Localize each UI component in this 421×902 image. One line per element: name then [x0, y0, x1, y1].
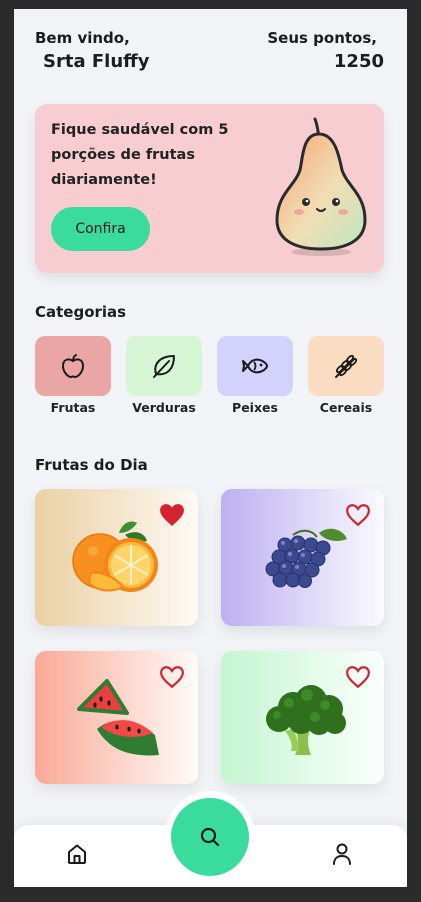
- points-label: Seus pontos,: [267, 29, 377, 47]
- heart-outline-icon[interactable]: [345, 665, 371, 689]
- fruit-card-grapes[interactable]: [221, 489, 384, 626]
- category-peixes[interactable]: [217, 336, 293, 396]
- fish-icon: [242, 358, 269, 374]
- leaf-icon: [153, 355, 175, 378]
- search-fab-button[interactable]: [171, 798, 249, 876]
- fruit-card-broccoli[interactable]: [221, 651, 384, 784]
- search-icon: [200, 827, 220, 847]
- watermelon-image: [77, 679, 159, 756]
- profile-icon[interactable]: [332, 843, 352, 865]
- fruit-card-orange[interactable]: [35, 489, 198, 626]
- user-name: Srta Fluffy: [43, 51, 150, 72]
- heart-outline-icon[interactable]: [345, 503, 371, 527]
- promo-banner: Fique saudável com 5 porções de frutas d…: [35, 104, 384, 273]
- confira-button[interactable]: Confira: [51, 207, 150, 251]
- pear-illustration: [275, 117, 367, 256]
- app-screen: Bem vindo, Srta Fluffy Seus pontos, 1250…: [14, 9, 407, 887]
- category-verduras[interactable]: [126, 336, 202, 396]
- points-value: 1250: [333, 51, 384, 72]
- fruits-title: Frutas do Dia: [35, 456, 148, 474]
- category-label-frutas: Frutas: [50, 400, 96, 415]
- category-label-cereais: Cereais: [319, 400, 373, 415]
- categories-title: Categorias: [35, 303, 127, 321]
- heart-outline-icon[interactable]: [159, 665, 185, 689]
- fruit-card-watermelon[interactable]: [35, 651, 198, 784]
- apple-icon: [61, 354, 85, 379]
- category-frutas[interactable]: [35, 336, 111, 396]
- wheat-icon: [335, 354, 358, 378]
- category-cereais[interactable]: [308, 336, 384, 396]
- broccoli-image: [266, 685, 346, 755]
- greeting-label: Bem vindo,: [35, 29, 130, 47]
- grapes-image: [265, 528, 347, 588]
- home-icon[interactable]: [66, 843, 88, 865]
- category-label-verduras: Verduras: [132, 400, 196, 415]
- heart-filled-icon[interactable]: [159, 503, 185, 527]
- banner-text: Fique saudável com 5 porções de frutas d…: [51, 122, 229, 188]
- category-label-peixes: Peixes: [232, 400, 278, 415]
- orange-image: [72, 521, 158, 592]
